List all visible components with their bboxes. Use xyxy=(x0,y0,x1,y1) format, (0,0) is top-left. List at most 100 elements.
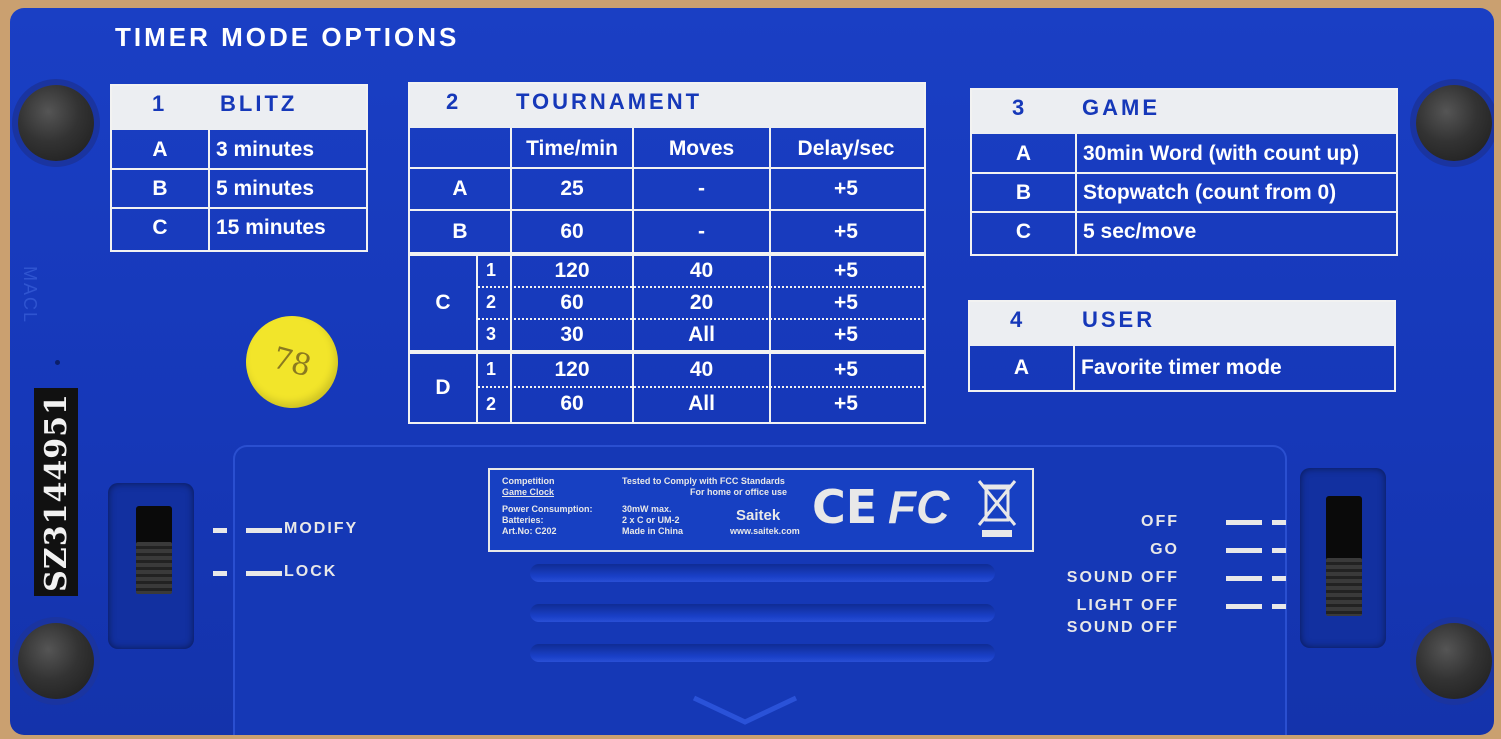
tournament-c3-moves: All xyxy=(688,323,715,346)
user-header: 4 USER xyxy=(970,302,1394,346)
game-value-b: Stopwatch (count from 0) xyxy=(1083,180,1337,204)
switch-label-off: OFF xyxy=(1141,513,1179,530)
tournament-d-sub-2: 2 xyxy=(485,394,496,414)
tournament-d1-delay: +5 xyxy=(834,358,858,381)
regulatory-label: Competition Game Clock Power Consumption… xyxy=(488,468,1034,552)
tournament-col-time: Time/min xyxy=(526,136,618,160)
cover-grip-groove-3 xyxy=(530,644,995,662)
tournament-b-moves: - xyxy=(698,219,705,243)
tournament-c1-moves: 40 xyxy=(689,259,714,282)
switch-label-modify: MODIFY xyxy=(284,520,359,537)
cover-grip-groove-1 xyxy=(530,564,995,582)
label-product-2: Game Clock xyxy=(502,487,555,497)
tournament-c3-time: 30 xyxy=(560,323,584,346)
weee-bin-icon xyxy=(977,480,1017,537)
label-power: Power Consumption: xyxy=(502,504,593,514)
tournament-a-time: 25 xyxy=(560,177,584,200)
game-number: 3 xyxy=(1012,95,1028,120)
blitz-value-c: 15 minutes xyxy=(216,215,326,239)
game-panel: 3 GAME A 30min Word (with count up) B St… xyxy=(970,88,1398,256)
ce-mark-icon: CE xyxy=(812,480,878,534)
user-value-a: Favorite timer mode xyxy=(1081,356,1282,379)
power-mode-switch[interactable] xyxy=(1326,558,1362,616)
game-key-a: A xyxy=(1015,142,1032,165)
game-header: 3 GAME xyxy=(972,90,1396,134)
blitz-key-c: C xyxy=(152,215,168,239)
tournament-c-sub-3: 3 xyxy=(485,324,496,344)
game-value-a: 30min Word (with count up) xyxy=(1083,142,1360,165)
tournament-a-moves: - xyxy=(698,177,705,200)
label-fcc-2: For home or office use xyxy=(690,487,788,497)
tournament-key-d: D xyxy=(435,376,451,399)
tournament-number: 2 xyxy=(446,89,462,114)
blitz-value-b: 5 minutes xyxy=(216,176,315,200)
tournament-col-moves: Moves xyxy=(668,136,735,160)
tournament-b-delay: +5 xyxy=(834,219,858,243)
user-panel: 4 USER A Favorite timer mode xyxy=(968,300,1396,392)
blitz-header: 1 BLITZ xyxy=(112,86,366,130)
cover-grip-groove-2 xyxy=(530,604,995,622)
game-value-c: 5 sec/move xyxy=(1083,219,1197,243)
blitz-value-a: 3 minutes xyxy=(216,138,315,161)
label-made-in: Made in China xyxy=(622,526,684,536)
tournament-a-delay: +5 xyxy=(834,177,858,200)
label-web: www.saitek.com xyxy=(730,526,800,536)
label-batteries-value: 2 x C or UM-2 xyxy=(622,515,680,525)
tournament-key-b: B xyxy=(452,219,468,243)
rubber-foot-top-right xyxy=(1416,85,1492,161)
switch-label-go: GO xyxy=(1150,541,1179,558)
switch-label-light-off: LIGHT OFF xyxy=(1076,597,1179,614)
tournament-c2-time: 60 xyxy=(560,291,584,314)
tournament-d1-moves: 40 xyxy=(689,358,714,381)
tournament-col-delay: Delay/sec xyxy=(797,136,895,160)
game-title: GAME xyxy=(1082,95,1160,120)
tournament-title: TOURNAMENT xyxy=(516,89,703,114)
tournament-header: 2 TOURNAMENT xyxy=(410,84,924,128)
tournament-d-sub-1: 1 xyxy=(485,359,496,379)
label-fcc-1: Tested to Comply with FCC Standards xyxy=(622,476,785,486)
tournament-c-sub-1: 1 xyxy=(485,260,496,280)
game-key-b: B xyxy=(1015,180,1032,204)
tournament-c2-moves: 20 xyxy=(689,291,714,314)
serial-sticker: SZ3144951 xyxy=(34,388,78,596)
blitz-panel: 1 BLITZ A 3 minutes B 5 minutes C 15 min… xyxy=(110,84,368,252)
label-batteries: Batteries: xyxy=(502,515,544,525)
rubber-foot-top-left xyxy=(18,85,94,161)
switch-label-lock: LOCK xyxy=(284,563,338,580)
game-key-c: C xyxy=(1015,219,1032,243)
chevron-down-icon xyxy=(692,695,798,725)
tournament-c3-delay: +5 xyxy=(834,323,858,346)
label-artno: Art.No: C202 xyxy=(502,526,557,536)
tournament-key-a: A xyxy=(452,177,468,200)
tournament-c1-time: 120 xyxy=(554,259,590,282)
label-product-1: Competition xyxy=(502,476,555,486)
serial-number: SZ3144951 xyxy=(38,392,74,592)
tournament-c1-delay: +5 xyxy=(834,259,858,282)
blitz-key-a: A xyxy=(152,138,168,161)
blitz-title: BLITZ xyxy=(220,91,298,116)
side-molded-text: MACL xyxy=(20,266,40,325)
tournament-d2-moves: All xyxy=(688,392,715,415)
tournament-c-sub-2: 2 xyxy=(485,292,496,312)
page-title: TIMER MODE OPTIONS xyxy=(115,22,460,52)
user-number: 4 xyxy=(1010,307,1026,332)
chess-clock-underside: TIMER MODE OPTIONS 1 BLITZ A 3 minutes B… xyxy=(10,8,1494,735)
tournament-d2-time: 60 xyxy=(560,392,584,415)
user-title: USER xyxy=(1082,307,1156,332)
fcc-mark-icon: FC xyxy=(888,481,950,533)
user-key-a: A xyxy=(1013,356,1030,379)
tournament-c2-delay: +5 xyxy=(834,291,858,314)
rubber-foot-bottom-right xyxy=(1416,623,1492,699)
modify-lock-switch[interactable] xyxy=(136,542,172,594)
tournament-d2-delay: +5 xyxy=(834,392,858,415)
rubber-foot-bottom-left xyxy=(18,623,94,699)
switch-label-sound-off: SOUND OFF xyxy=(1066,569,1179,586)
tournament-d1-time: 120 xyxy=(554,358,590,381)
tournament-panel: 2 TOURNAMENT Time/min Moves Delay/sec A … xyxy=(408,82,926,424)
tournament-key-c: C xyxy=(435,291,451,314)
label-power-value: 30mW max. xyxy=(622,504,672,514)
label-brand: Saitek xyxy=(736,507,781,524)
tournament-b-time: 60 xyxy=(560,219,584,243)
yellow-sticker: 78 xyxy=(235,305,349,419)
blitz-key-b: B xyxy=(152,176,168,200)
